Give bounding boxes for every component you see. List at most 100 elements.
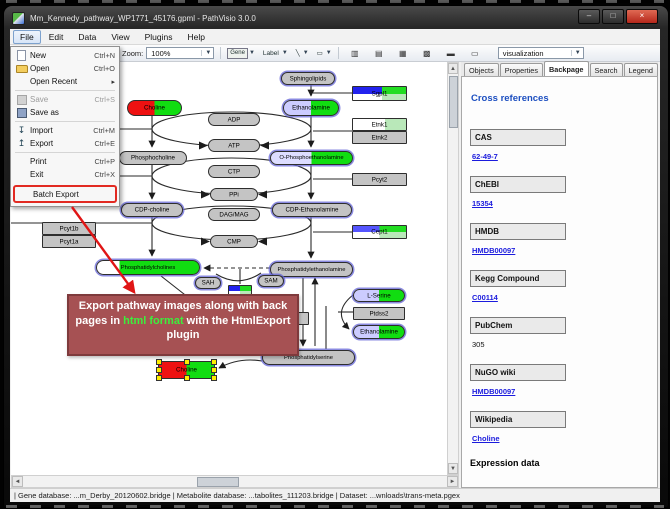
pathway-node-ppi[interactable]: PPi [210, 188, 258, 201]
menu-separator [15, 121, 115, 122]
close-button[interactable]: × [626, 9, 658, 24]
menu-item-label: Batch Export [33, 190, 108, 199]
selection-handle[interactable] [184, 375, 190, 381]
menu-item-label: Exit [30, 170, 91, 179]
shape-tool[interactable]: ▭▼ [315, 49, 332, 58]
pathway-node-choline[interactable]: Choline [158, 361, 215, 379]
xref-link[interactable]: Choline [472, 434, 500, 443]
pathway-node-sam[interactable]: SAM [258, 275, 284, 287]
menu-item-open-recent[interactable]: Open Recent▸ [12, 75, 118, 88]
tab-properties[interactable]: Properties [500, 63, 543, 77]
horizontal-scroll-thumb[interactable] [197, 477, 239, 487]
pathway-node-o-phosphoethanolamine[interactable]: O-Phosphoethanolamine [270, 151, 353, 165]
pathway-node-pcyt2[interactable]: Pcyt2 [352, 173, 407, 186]
pathway-node-choline[interactable]: Choline [127, 100, 182, 116]
pathway-node-pcyt1a[interactable]: Pcyt1a [42, 235, 96, 248]
selection-handle[interactable] [156, 359, 162, 365]
status-bar: | Gene database: ...m_Derby_20120602.bri… [10, 488, 660, 502]
maximize-button[interactable]: □ [602, 9, 624, 24]
pathway-node-sphingolipids[interactable]: Sphingolipids [281, 72, 335, 85]
tab-backpage[interactable]: Backpage [544, 61, 588, 77]
menu-item-new[interactable]: NewCtrl+N [12, 49, 118, 62]
selection-handle[interactable] [211, 367, 217, 373]
menu-item-import[interactable]: ↧ImportCtrl+M [12, 124, 118, 137]
pathway-node-etnk1[interactable]: Etnk1 [352, 118, 407, 131]
selection-handle[interactable] [211, 359, 217, 365]
label-tool[interactable]: Label▼ [261, 49, 288, 58]
menu-item-print[interactable]: PrintCtrl+P [12, 155, 118, 168]
menu-edit[interactable]: Edit [42, 30, 71, 44]
selection-handle[interactable] [211, 375, 217, 381]
scroll-right-icon[interactable]: ► [447, 476, 458, 487]
scroll-down-icon[interactable]: ▼ [448, 463, 458, 474]
pathway-node-ptdss2[interactable]: Ptdss2 [353, 307, 405, 320]
menu-data[interactable]: Data [71, 30, 103, 44]
menu-help[interactable]: Help [181, 30, 212, 44]
pathway-node-adp[interactable]: ADP [208, 113, 260, 126]
tab-search[interactable]: Search [590, 63, 623, 77]
xref-link[interactable]: 62-49-7 [472, 152, 498, 161]
common-width-button[interactable]: ▬ [441, 46, 461, 61]
pathway-node-ethanolamine[interactable]: Ethanolamine [353, 325, 405, 339]
pathway-node-cmp[interactable]: CMP [210, 235, 258, 248]
vertical-scroll-thumb[interactable] [449, 76, 458, 128]
title-bar[interactable]: Mm_Kennedy_pathway_WP1771_45176.gpml - P… [12, 10, 572, 26]
menu-item-save-as[interactable]: Save as [12, 106, 118, 119]
stack-horizontal-button[interactable]: ▩ [417, 46, 437, 61]
pathway-node-phosphocholine[interactable]: Phosphocholine [119, 151, 187, 165]
selection-handle[interactable] [156, 367, 162, 373]
scroll-up-icon[interactable]: ▲ [448, 63, 458, 74]
menu-item-exit[interactable]: ExitCtrl+X [12, 168, 118, 181]
common-height-button[interactable]: ▭ [465, 46, 485, 61]
menu-item-batch-export[interactable]: Batch Export [13, 185, 117, 203]
menu-item-label: Open Recent [30, 77, 107, 86]
pathway-node-ctp[interactable]: CTP [208, 165, 260, 178]
align-center-y-button[interactable]: ▤ [369, 46, 389, 61]
menu-item-open[interactable]: OpenCtrl+O [12, 62, 118, 75]
pathway-node-cdp-ethanolamine[interactable]: CDP-Ethanolamine [272, 203, 352, 217]
pathway-node-ethanolamine[interactable]: Ethanolamine [283, 100, 339, 116]
xref-link[interactable]: HMDB00097 [472, 246, 515, 255]
node-label: Pcyt1a [43, 238, 95, 245]
minimize-button[interactable]: – [578, 9, 600, 24]
pathway-node-l-serine[interactable]: L-Serine [353, 289, 405, 302]
align-center-y-icon: ▤ [375, 49, 383, 58]
node-label: Sphingolipids [282, 75, 334, 82]
zoom-combobox[interactable]: 100% ▼ [146, 47, 214, 59]
gene-datanode-tool[interactable]: Gene▼ [227, 48, 255, 59]
xref-link[interactable]: HMDB00097 [472, 387, 515, 396]
pathway-node-dag-mag[interactable]: DAG/MAG [208, 208, 260, 221]
tab-objects[interactable]: Objects [464, 63, 499, 77]
pathway-node-sah[interactable]: SAH [195, 277, 221, 289]
align-center-x-button[interactable]: ▥ [345, 46, 365, 61]
xref-link[interactable]: 15354 [472, 199, 493, 208]
xref-link[interactable]: C00114 [472, 293, 498, 302]
pathway-node-cept1[interactable]: Cept1 [352, 225, 407, 239]
pathway-node-cdp-choline[interactable]: CDP-choline [121, 203, 183, 217]
label-tool-icon: Label [261, 49, 281, 58]
menu-item-save[interactable]: SaveCtrl+S [12, 93, 118, 106]
line-tool[interactable]: ╲▼ [294, 49, 309, 58]
pathway-node-etnk2[interactable]: Etnk2 [352, 131, 407, 144]
pathway-node-pcyt1b[interactable]: Pcyt1b [42, 222, 96, 235]
pathway-node-phosphatidylethanolamine[interactable]: Phosphatidylethanolamine [270, 262, 353, 277]
menu-file[interactable]: File [13, 30, 41, 44]
canvas-vertical-scrollbar[interactable]: ▲ ▼ [447, 62, 459, 475]
menu-plugins[interactable]: Plugins [138, 30, 180, 44]
pathway-node-atp[interactable]: ATP [208, 139, 260, 152]
callout-highlight-text: html format [123, 315, 184, 327]
tab-legend[interactable]: Legend [624, 63, 658, 77]
canvas-horizontal-scrollbar[interactable]: ◄ ► [11, 475, 459, 488]
pathway-node-sgpl1[interactable]: Sgpl1 [352, 86, 407, 101]
node-label: L-Serine [354, 292, 404, 299]
selection-handle[interactable] [156, 375, 162, 381]
stack-vertical-button[interactable]: ▦ [393, 46, 413, 61]
selection-handle[interactable] [184, 359, 190, 365]
menu-view[interactable]: View [104, 30, 136, 44]
menu-item-label: Export [30, 139, 91, 148]
scroll-left-icon[interactable]: ◄ [12, 476, 23, 487]
node-label: Etnk2 [353, 134, 406, 141]
visualization-combobox[interactable]: visualization ▼ [498, 47, 584, 59]
menu-item-export[interactable]: ↥ExportCtrl+E [12, 137, 118, 150]
pathway-node-phosphatidylcholines[interactable]: Phosphatidylcholines [96, 260, 200, 275]
